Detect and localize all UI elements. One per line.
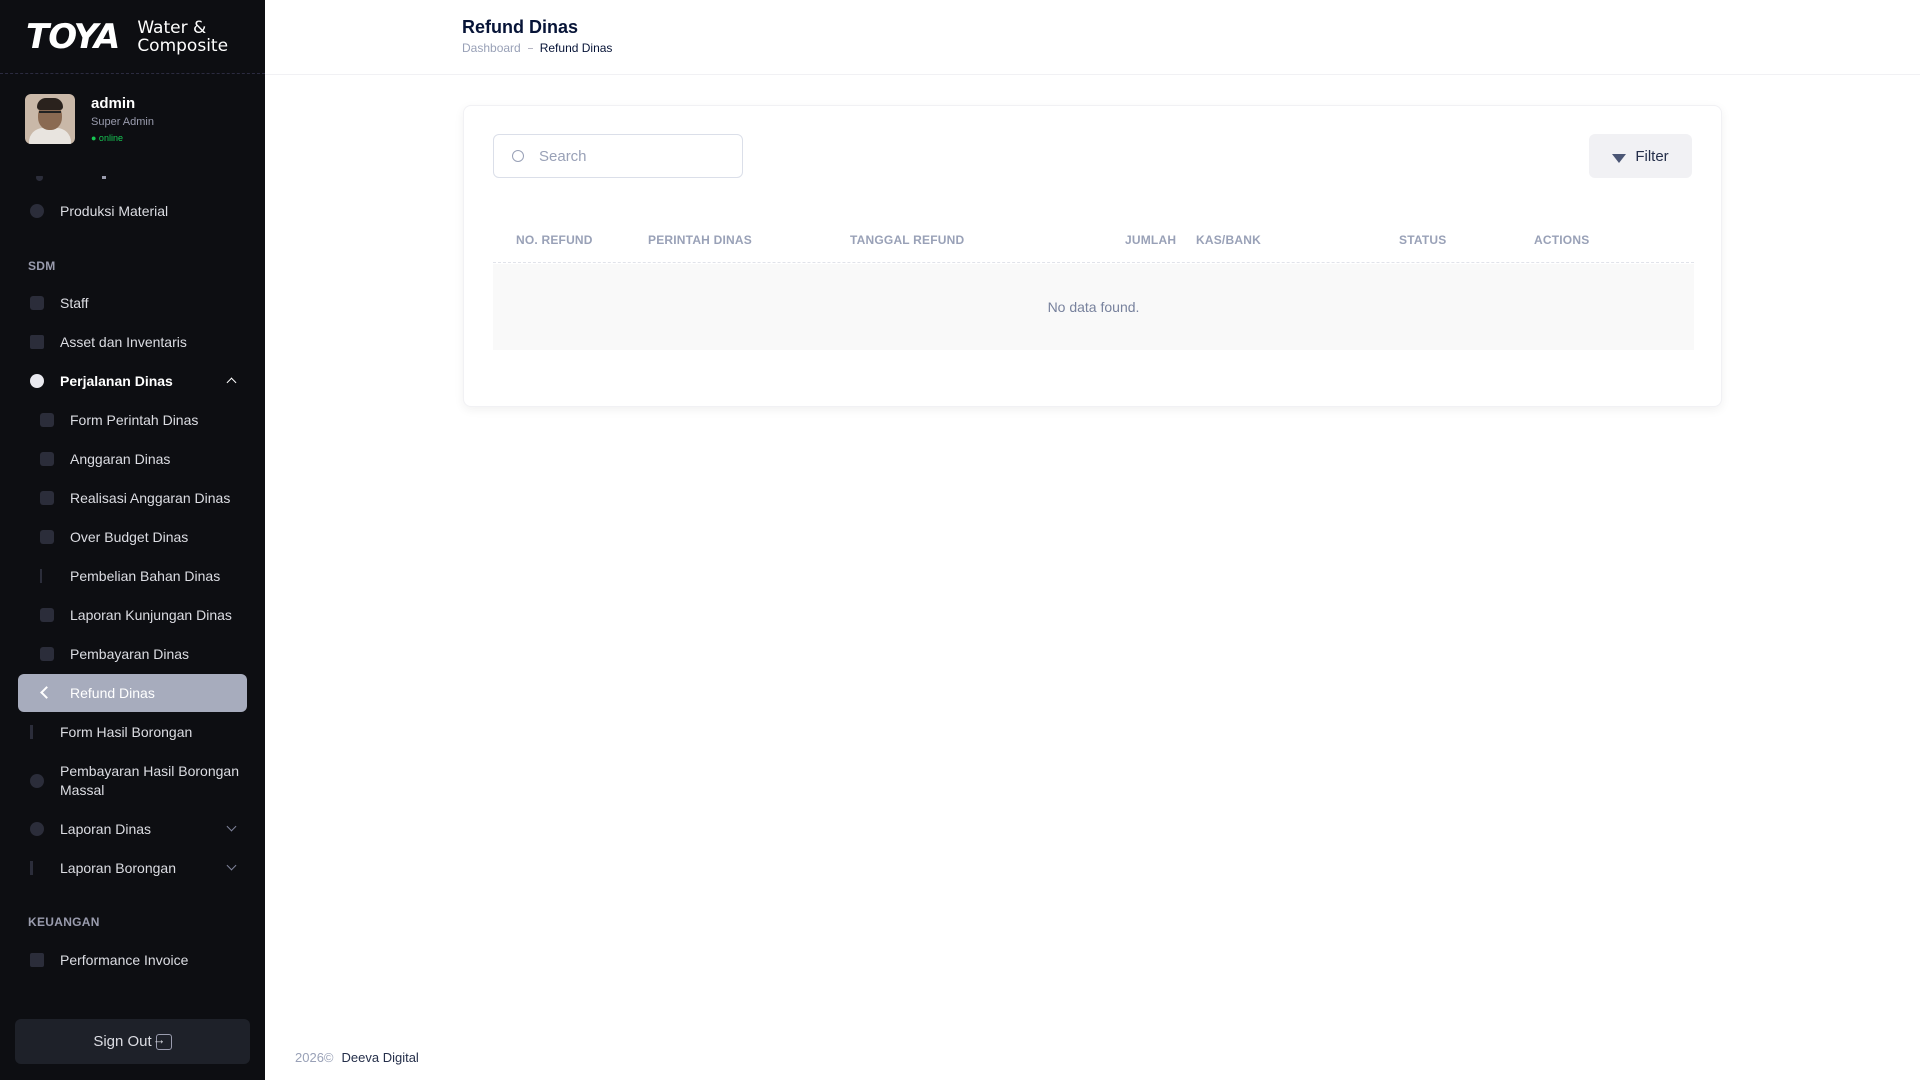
search-icon — [512, 150, 524, 162]
sidebar-item-over-budget-dinas[interactable]: Over Budget Dinas — [18, 518, 247, 556]
user-status: ● online — [91, 133, 123, 143]
breadcrumb-home[interactable]: Dashboard — [462, 41, 521, 55]
sign-out-button[interactable]: Sign Out — [15, 1019, 250, 1064]
user-panel: admin Super Admin ● online — [25, 94, 154, 144]
search-box[interactable] — [493, 134, 743, 178]
sidebar-item-label: Produksi Material — [60, 203, 169, 219]
sidebar: TOYA Water & Composite admin Super Admin… — [0, 0, 265, 1080]
sidebar-item-refund-dinas[interactable]: Refund Dinas — [18, 674, 247, 712]
briefcase-icon — [40, 491, 54, 505]
avatar[interactable] — [25, 94, 75, 144]
chart-icon — [40, 530, 54, 544]
brand-logo: TOYA — [26, 16, 120, 57]
bar-chart-icon — [30, 861, 38, 875]
sign-out-icon — [153, 1032, 172, 1050]
search-input[interactable] — [539, 147, 719, 165]
footer-company-link[interactable]: Deeva Digital — [342, 1050, 419, 1065]
breadcrumb-separator — [527, 47, 533, 49]
column-header-status[interactable]: STATUS — [1399, 233, 1446, 247]
sidebar-item-realisasi-anggaran-dinas[interactable]: Realisasi Anggaran Dinas — [18, 479, 247, 517]
sidebar-item-performance-invoice[interactable]: Performance Invoice — [18, 941, 247, 979]
calendar-icon — [40, 452, 54, 466]
brand[interactable]: TOYA Water & Composite — [0, 0, 265, 74]
sidebar-item-label: Laporan Borongan — [60, 860, 176, 876]
briefcase-icon — [40, 413, 54, 427]
layers-icon — [30, 335, 44, 349]
footer: 2026© Deeva Digital — [295, 1050, 419, 1065]
breadcrumb-current: Refund Dinas — [539, 41, 613, 55]
sidebar-item-form-hasil-borongan[interactable]: Form Hasil Borongan — [18, 713, 247, 751]
sidebar-item-anggaran-dinas[interactable]: Anggaran Dinas — [18, 440, 247, 478]
pin-icon — [40, 608, 54, 622]
sidebar-item-label: Asset dan Inventaris — [60, 334, 187, 350]
brand-subtitle-line2: Composite — [137, 35, 229, 56]
circle-icon — [30, 204, 44, 218]
chevron-up-icon — [226, 377, 237, 388]
filter-button[interactable]: Filter — [1589, 134, 1692, 178]
sidebar-item-laporan-dinas[interactable]: Laporan Dinas — [18, 810, 247, 848]
sidebar-item-staff[interactable]: Staff — [18, 284, 247, 322]
sidebar-item-pembelian-bahan-dinas[interactable]: Pembelian Bahan Dinas — [18, 557, 247, 595]
breadcrumb: Dashboard Refund Dinas — [462, 41, 612, 55]
sidebar-item-label: Pembelian Bahan Dinas — [70, 568, 221, 584]
sidebar-item-label: Laporan Dinas — [60, 821, 152, 837]
arrow-left-icon — [40, 686, 53, 699]
user-name[interactable]: admin — [91, 95, 154, 112]
sidebar-item-label: Refund Dinas — [70, 685, 155, 701]
section-label-sdm: SDM — [28, 259, 56, 273]
sidebar-item-label: Staff — [60, 295, 89, 311]
sidebar-item-form-perintah-dinas[interactable]: Form Perintah Dinas — [18, 401, 247, 439]
table-empty-state: No data found. — [493, 264, 1694, 350]
sidebar-item-label: Form Hasil Borongan — [60, 724, 193, 740]
brand-subtitle: Water & Composite — [137, 19, 228, 55]
header: Refund Dinas Dashboard Refund Dinas — [265, 0, 1920, 75]
sidebar-item-label: Realisasi Anggaran Dinas — [70, 490, 231, 506]
briefcase-icon — [30, 822, 44, 836]
chevron-down-icon — [226, 821, 237, 832]
sidebar-item-label: Perjalanan Dinas — [60, 373, 173, 389]
dollar-icon — [30, 774, 44, 788]
document-icon — [30, 953, 44, 967]
column-header-jumlah[interactable]: JUMLAH — [1125, 233, 1176, 247]
table-header: NO. REFUND PERINTAH DINAS TANGGAL REFUND… — [493, 219, 1694, 263]
briefcase-icon — [30, 374, 44, 388]
sidebar-item-laporan-kunjungan-dinas[interactable]: Laporan Kunjungan Dinas — [18, 596, 247, 634]
filter-label: Filter — [1635, 147, 1669, 165]
sign-out-label: Sign Out — [93, 1033, 152, 1050]
column-header-perintah-dinas[interactable]: PERINTAH DINAS — [648, 233, 752, 247]
staff-icon — [30, 296, 44, 310]
sidebar-item-pembayaran-dinas[interactable]: Pembayaran Dinas — [18, 635, 247, 673]
sidebar-item-pembayaran-hasil-borongan-massal[interactable]: Pembayaran Hasil Borongan Massal — [18, 760, 247, 802]
brand-subtitle-line1: Water & — [137, 17, 207, 38]
column-header-kas-bank[interactable]: KAS/BANK — [1196, 233, 1261, 247]
chevron-down-icon — [226, 860, 237, 871]
sidebar-item-label-line1: Pembayaran Hasil Borongan — [60, 763, 239, 779]
sidebar-item-perjalanan-dinas[interactable]: Perjalanan Dinas — [18, 362, 247, 400]
refund-card: Filter NO. REFUND PERINTAH DINAS TANGGAL… — [463, 105, 1722, 407]
sidebar-item-label: Pembayaran Dinas — [70, 646, 190, 662]
sidebar-item-label: Laporan Kunjungan Dinas — [70, 607, 232, 623]
section-label-keuangan: KEUANGAN — [28, 915, 100, 929]
user-role: Super Admin — [91, 116, 154, 128]
sidebar-item-label-line2: Massal — [60, 782, 105, 798]
column-header-actions: ACTIONS — [1534, 233, 1590, 247]
bar-chart-icon — [30, 725, 38, 739]
column-header-tanggal-refund[interactable]: TANGGAL REFUND — [850, 233, 964, 247]
cart-icon — [40, 569, 54, 583]
sidebar-item-label: Form Perintah Dinas — [70, 412, 199, 428]
sidebar-item-produksi-material[interactable]: Produksi Material — [18, 192, 247, 230]
sidebar-item-label: Anggaran Dinas — [70, 451, 171, 467]
sidebar-item-label: Over Budget Dinas — [70, 529, 189, 545]
sidebar-item-label: Pembayaran Hasil Borongan Massal — [60, 762, 239, 800]
sidebar-item-asset-inventaris[interactable]: Asset dan Inventaris — [18, 323, 247, 361]
sidebar-item-label: Performance Invoice — [60, 952, 189, 968]
footer-copyright: 2026© — [295, 1050, 334, 1065]
sidebar-item-laporan-borongan[interactable]: Laporan Borongan — [18, 849, 247, 887]
page-title: Refund Dinas — [462, 17, 579, 37]
filter-icon — [1612, 153, 1627, 163]
column-header-no-refund[interactable]: NO. REFUND — [516, 233, 593, 247]
wallet-icon — [40, 647, 54, 661]
scrolled-menu-item-remnant — [28, 176, 108, 182]
